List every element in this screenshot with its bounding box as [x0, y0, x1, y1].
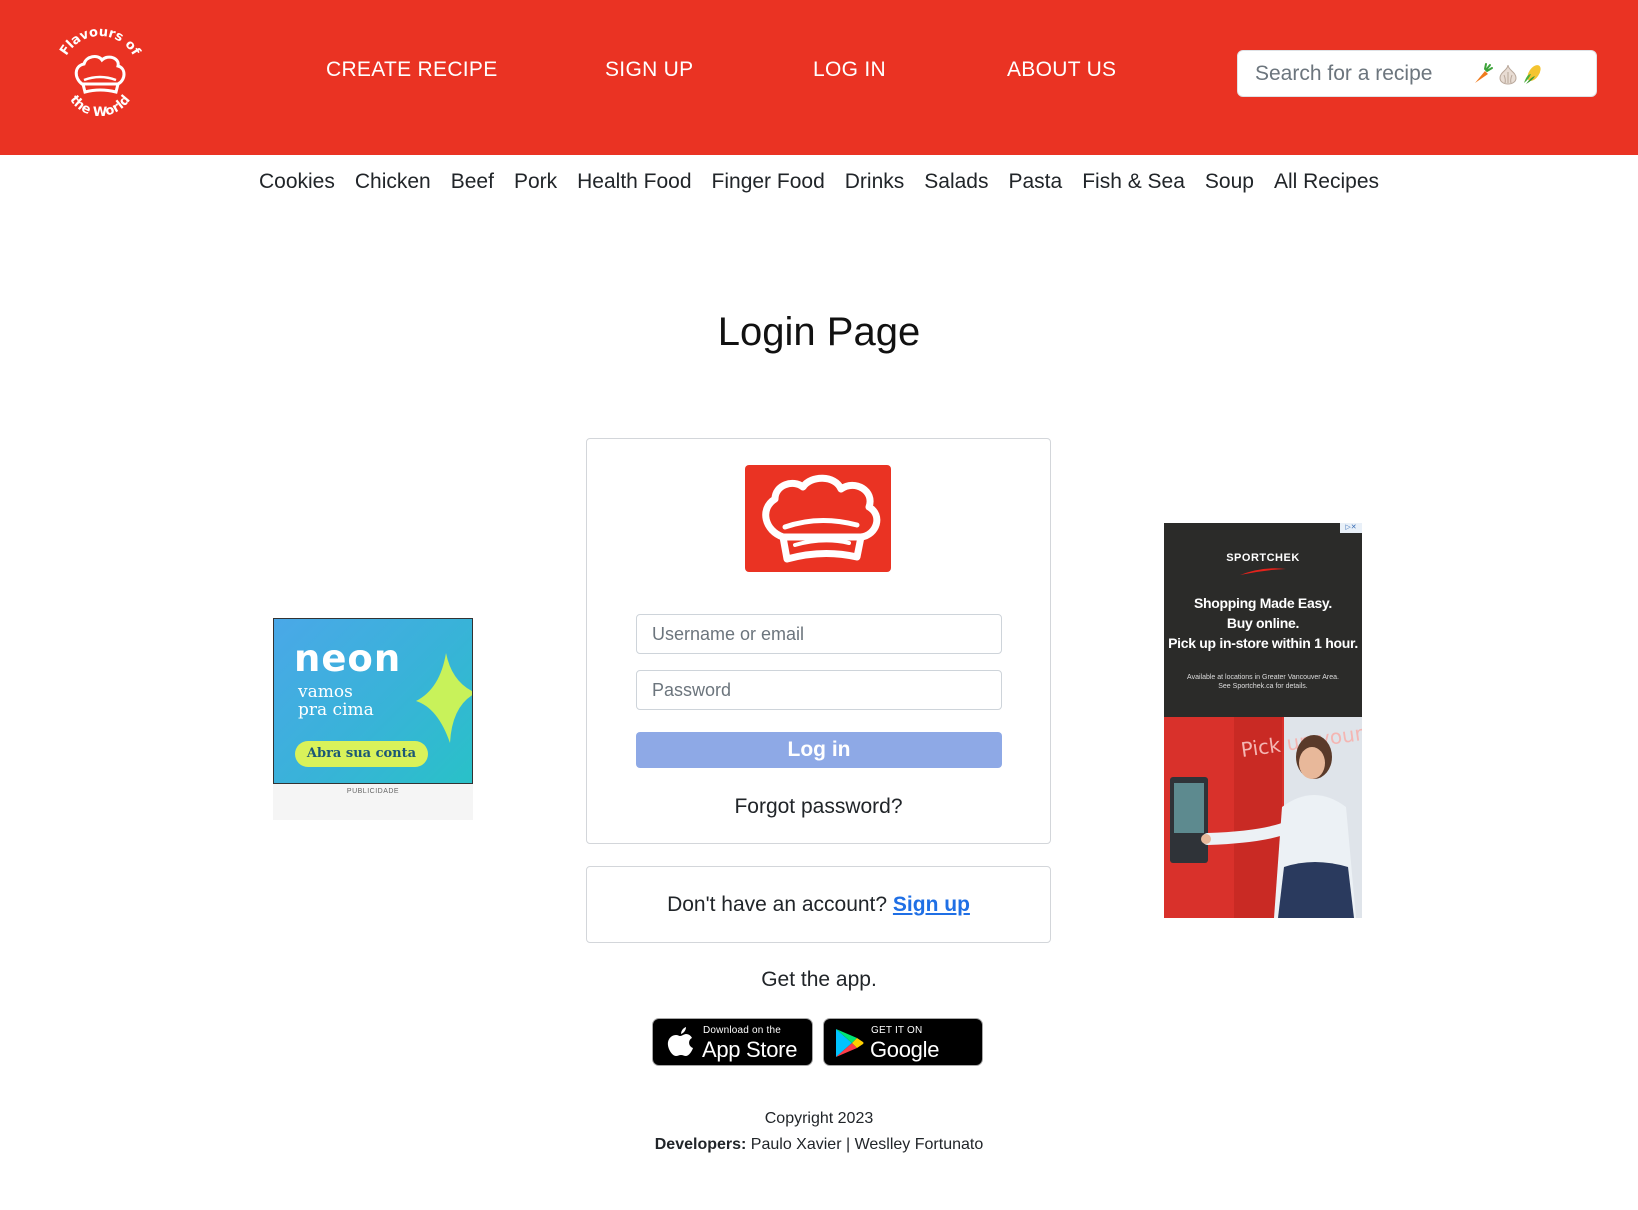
apple-icon [667, 1027, 693, 1056]
category-drinks[interactable]: Drinks [845, 170, 905, 194]
no-account-text: Don't have an account? [667, 893, 888, 916]
ad-left-tagline-1: vamos [298, 682, 353, 702]
ad-right-headline-1: Shopping Made Easy. [1194, 595, 1332, 611]
svg-text:the World: the World [66, 93, 133, 120]
nav-about-us[interactable]: ABOUT US [1007, 58, 1116, 82]
developer-separator: | [845, 1136, 851, 1153]
chef-hat-icon [762, 474, 881, 563]
category-cookies[interactable]: Cookies [259, 170, 335, 194]
ad-right-photo: Pick up your order [1164, 717, 1362, 918]
ad-right-top-panel: ▷✕ SPORTCHEK Shopping Made Easy. Buy onl… [1164, 523, 1362, 717]
category-beef[interactable]: Beef [451, 170, 494, 194]
category-chicken[interactable]: Chicken [355, 170, 431, 194]
ad-left-banner[interactable]: neon vamos pra cima Abra sua conta [273, 618, 473, 784]
copyright-text: Copyright 2023 [764, 1110, 874, 1127]
ad-left-tagline-2: pra cima [298, 700, 374, 720]
app-store-small-text: Download on the [703, 1025, 782, 1036]
category-soup[interactable]: Soup [1205, 170, 1254, 194]
ad-right-headline-3: Pick up in-store within 1 hour. [1168, 635, 1358, 651]
ad-right-fine-print-1: Available at locations in Greater Vancou… [1187, 674, 1339, 681]
developers-line: Developers: Paulo Xavier | Weslley Fortu… [0, 1136, 1638, 1154]
google-play-small-text: GET IT ON [871, 1025, 923, 1036]
garlic-icon [1499, 64, 1517, 85]
chef-hat-logo-icon: Flavours of the World [57, 25, 143, 120]
logo-bottom-text: the World [66, 93, 133, 120]
ad-right-fine-print-2: See Sportchek.ca for details. [1218, 683, 1308, 690]
category-fish-sea[interactable]: Fish & Sea [1082, 170, 1185, 194]
category-salads[interactable]: Salads [924, 170, 988, 194]
ad-left-label: PUBLICIDADE [346, 788, 400, 795]
sign-up-link[interactable]: Sign up [893, 893, 970, 916]
nav-log-in[interactable]: LOG IN [813, 58, 886, 82]
login-button[interactable]: Log in [636, 732, 1002, 768]
ad-right-headline: Shopping Made Easy. Buy online. Pick up … [1164, 593, 1362, 653]
svg-text:Flavours of: Flavours of [57, 25, 143, 59]
logo-top-text: Flavours of [57, 25, 143, 59]
search-box[interactable] [1237, 50, 1597, 97]
page-title: Login Page [717, 310, 921, 354]
login-card: Log in Forgot password? [586, 438, 1051, 844]
category-finger-food[interactable]: Finger Food [712, 170, 825, 194]
google-play-icon [836, 1029, 864, 1057]
app-store-big-text: App Store [702, 1037, 798, 1062]
swoosh-icon [1240, 568, 1286, 575]
developers-label: Developers: [654, 1136, 747, 1153]
search-input[interactable] [1255, 61, 1465, 86]
password-field[interactable] [636, 670, 1002, 710]
google-play-badge[interactable]: GET IT ON Google Play [823, 1018, 983, 1088]
category-pork[interactable]: Pork [514, 170, 557, 194]
ad-right-brand: SPORTCHEK [1226, 552, 1300, 564]
ad-left-logo: neon [294, 637, 402, 680]
developer-2: Weslley Fortunato [854, 1136, 984, 1153]
corn-icon [1524, 64, 1541, 84]
pickup-locker-photo: Pick up your order [1164, 717, 1362, 918]
google-play-big-text: Google Play [870, 1037, 940, 1088]
category-bar: Cookies Chicken Beef Pork Health Food Fi… [0, 170, 1638, 194]
app-store-badge[interactable]: Download on the App Store [652, 1018, 813, 1066]
developer-1: Paulo Xavier [750, 1136, 842, 1153]
nav-create-recipe[interactable]: CREATE RECIPE [326, 58, 498, 82]
star-shape-icon [416, 653, 472, 743]
vegetable-icons [1471, 62, 1545, 86]
ad-right-fine-print: Available at locations in Greater Vancou… [1174, 673, 1352, 691]
category-health-food[interactable]: Health Food [577, 170, 691, 194]
username-field[interactable] [636, 614, 1002, 654]
forgot-password-link[interactable]: Forgot password? [587, 795, 1050, 819]
get-app-text: Get the app. [761, 968, 877, 991]
header-bar: Flavours of the World CREATE RECIPE SIGN… [0, 0, 1638, 155]
category-all-recipes[interactable]: All Recipes [1274, 170, 1379, 194]
category-pasta[interactable]: Pasta [1009, 170, 1063, 194]
ad-left[interactable]: neon vamos pra cima Abra sua conta PUBLI… [273, 618, 473, 820]
ad-right[interactable]: ▷✕ SPORTCHEK Shopping Made Easy. Buy onl… [1164, 523, 1362, 918]
carrot-icon [1475, 62, 1493, 83]
card-logo [745, 465, 891, 572]
ad-right-headline-2: Buy online. [1226, 615, 1300, 631]
site-logo[interactable]: Flavours of the World [48, 22, 152, 126]
ad-choices-icon[interactable]: ▷✕ [1340, 523, 1362, 533]
ad-left-cta-button[interactable]: Abra sua conta [295, 741, 428, 767]
signup-card: Don't have an account? Sign up [586, 866, 1051, 943]
nav-sign-up[interactable]: SIGN UP [605, 58, 693, 82]
ad-left-tagline: vamos pra cima [298, 683, 418, 719]
